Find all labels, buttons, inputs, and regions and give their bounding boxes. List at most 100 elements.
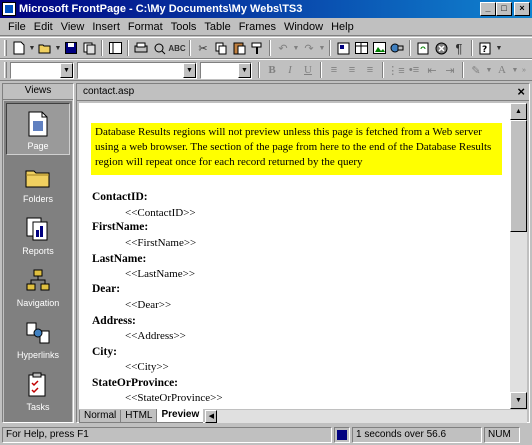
chevron-down-icon[interactable]: ▼ <box>60 62 73 78</box>
cut-icon[interactable]: ✂ <box>194 39 212 57</box>
view-reports[interactable]: Reports <box>4 209 72 261</box>
copy-icon[interactable] <box>212 39 230 57</box>
page-editor[interactable]: Database Results regions will not previe… <box>79 103 510 409</box>
refresh-icon[interactable] <box>414 39 432 57</box>
italic-button[interactable]: I <box>281 61 299 79</box>
align-center-icon[interactable]: ≡ <box>343 61 361 79</box>
hyperlink-icon[interactable] <box>388 39 406 57</box>
menu-bar: File Edit View Insert Format Tools Table… <box>0 18 532 36</box>
views-list: Page Folders Reports Navigation Hyperlin… <box>4 101 72 422</box>
menu-window[interactable]: Window <box>280 21 327 33</box>
menu-tools[interactable]: Tools <box>167 21 201 33</box>
view-navigation[interactable]: Navigation <box>4 261 72 313</box>
menu-edit[interactable]: Edit <box>30 21 57 33</box>
undo-icon[interactable]: ↶ <box>274 39 292 57</box>
tab-preview[interactable]: Preview <box>156 409 204 423</box>
field-value[interactable]: <<City>> <box>125 361 169 373</box>
menu-view[interactable]: View <box>57 21 89 33</box>
numbering-icon[interactable]: ⋮≡ <box>387 61 405 79</box>
view-folders[interactable]: Folders <box>4 157 72 209</box>
show-all-icon[interactable]: ¶ <box>450 39 468 57</box>
new-dropdown-icon[interactable]: ▼ <box>28 39 36 57</box>
field-value[interactable]: <<LastName>> <box>125 268 195 280</box>
tab-html[interactable]: HTML <box>120 410 157 423</box>
field-value[interactable]: <<ContactID>> <box>125 207 196 219</box>
print-icon[interactable] <box>132 39 150 57</box>
scroll-up-icon[interactable]: ▲ <box>510 103 527 120</box>
database-results-notice: Database Results regions will not previe… <box>91 123 502 175</box>
undo-dropdown-icon[interactable]: ▼ <box>292 39 300 57</box>
font-size-combo[interactable]: ▼ <box>200 61 252 79</box>
bold-button[interactable]: B <box>263 61 281 79</box>
view-tabs: Normal HTML Preview ◀ <box>79 409 527 423</box>
field-value[interactable]: <<Address>> <box>125 330 186 342</box>
bullets-icon[interactable]: •≡ <box>405 61 423 79</box>
menu-insert[interactable]: Insert <box>88 21 124 33</box>
field-value[interactable]: <<FirstName>> <box>125 237 196 249</box>
close-document-icon[interactable]: × <box>517 84 525 99</box>
close-button[interactable]: × <box>514 2 530 16</box>
field-label: Address: <box>92 315 136 327</box>
preview-in-browser-icon[interactable] <box>150 39 168 57</box>
toolbar-grip[interactable] <box>4 40 7 56</box>
open-dropdown-icon[interactable]: ▼ <box>54 39 62 57</box>
highlight-color-icon[interactable]: ✎ <box>467 61 485 79</box>
chevron-down-icon[interactable]: ▼ <box>238 62 251 78</box>
style-combo[interactable]: ▼ <box>10 61 74 79</box>
align-right-icon[interactable]: ≡ <box>361 61 379 79</box>
toolbar-options-icon[interactable]: » <box>519 61 529 79</box>
field-label: StateOrProvince: <box>92 377 179 389</box>
font-combo[interactable]: ▼ <box>77 61 197 79</box>
align-left-icon[interactable]: ≡ <box>325 61 343 79</box>
download-time-icon <box>334 427 350 443</box>
view-hyperlinks[interactable]: Hyperlinks <box>4 313 72 365</box>
redo-icon[interactable]: ↷ <box>300 39 318 57</box>
tasks-icon <box>24 371 52 399</box>
field-value[interactable]: <<StateOrProvince>> <box>125 392 223 404</box>
menu-format[interactable]: Format <box>124 21 167 33</box>
tab-normal[interactable]: Normal <box>79 410 121 423</box>
help-icon[interactable]: ? <box>476 39 494 57</box>
minimize-button[interactable]: _ <box>480 2 496 16</box>
vertical-scrollbar[interactable]: ▲ ▼ <box>510 103 527 409</box>
field-value[interactable]: <<Dear>> <box>125 299 171 311</box>
scroll-thumb[interactable] <box>510 120 527 232</box>
toolbar-grip[interactable] <box>4 62 7 78</box>
insert-component-icon[interactable] <box>334 39 352 57</box>
increase-indent-icon[interactable]: ⇥ <box>441 61 459 79</box>
folder-list-icon[interactable] <box>106 39 124 57</box>
field-label: ContactID: <box>92 191 148 203</box>
highlight-dropdown-icon[interactable]: ▼ <box>485 61 493 79</box>
format-painter-icon[interactable] <box>248 39 266 57</box>
stop-icon[interactable] <box>432 39 450 57</box>
frontpage-app-icon[interactable] <box>2 2 16 16</box>
save-icon[interactable] <box>62 39 80 57</box>
decrease-indent-icon[interactable]: ⇤ <box>423 61 441 79</box>
view-page[interactable]: Page <box>6 103 70 155</box>
horizontal-scrollbar[interactable]: ◀ <box>205 410 527 423</box>
font-color-dropdown-icon[interactable]: ▼ <box>511 61 519 79</box>
publish-icon[interactable] <box>80 39 98 57</box>
scroll-left-icon[interactable]: ◀ <box>205 410 218 423</box>
menu-frames[interactable]: Frames <box>235 21 280 33</box>
menu-help[interactable]: Help <box>327 21 358 33</box>
open-folder-icon[interactable] <box>36 39 54 57</box>
font-color-icon[interactable]: A <box>493 61 511 79</box>
maximize-button[interactable]: □ <box>496 2 512 16</box>
underline-button[interactable]: U <box>299 61 317 79</box>
spelling-icon[interactable]: ABC <box>168 39 186 57</box>
standard-toolbar: ▼ ▼ ABC ✂ ↶ ▼ ↷ ▼ ¶ ? ▼ <box>0 37 532 59</box>
menu-file[interactable]: File <box>4 21 30 33</box>
insert-picture-icon[interactable] <box>370 39 388 57</box>
scroll-down-icon[interactable]: ▼ <box>510 392 527 409</box>
help-dropdown-icon[interactable]: ▼ <box>494 39 504 57</box>
view-tasks[interactable]: Tasks <box>4 365 72 417</box>
window-title: Microsoft FrontPage - C:\My Documents\My… <box>19 3 303 15</box>
new-page-icon[interactable] <box>10 39 28 57</box>
menu-table[interactable]: Table <box>200 21 234 33</box>
paste-icon[interactable] <box>230 39 248 57</box>
insert-table-icon[interactable] <box>352 39 370 57</box>
redo-dropdown-icon[interactable]: ▼ <box>318 39 326 57</box>
chevron-down-icon[interactable]: ▼ <box>183 62 196 78</box>
document-filename: contact.asp <box>83 86 135 97</box>
